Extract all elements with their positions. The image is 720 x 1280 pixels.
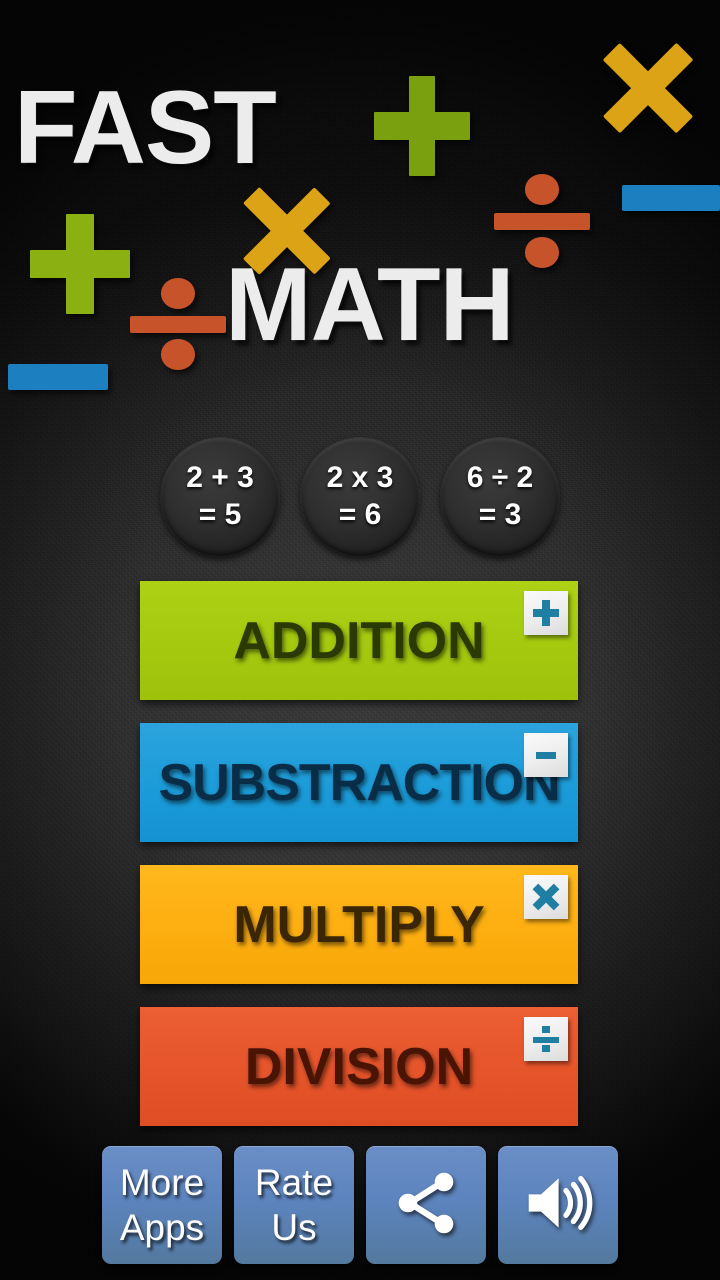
sound-button[interactable]	[498, 1146, 618, 1264]
substraction-button-label: SUBSTRACTION	[158, 753, 560, 812]
rate-us-label-line-1: Rate	[254, 1161, 334, 1203]
bottom-toolbar: More Apps Rate Us	[0, 1146, 720, 1264]
app-title-line-2: MATH	[225, 247, 515, 363]
divide-icon-badge	[524, 1017, 568, 1061]
app-title-line-1: FAST	[14, 70, 277, 186]
rate-us-button[interactable]: Rate Us	[234, 1146, 354, 1264]
plus-icon-badge	[524, 591, 568, 635]
share-button[interactable]	[366, 1146, 486, 1264]
speaker-icon	[521, 1166, 595, 1245]
addition-button[interactable]: ADDITION	[140, 581, 578, 700]
example-result: = 3	[478, 498, 522, 531]
example-circle-division: 6 ÷ 2 = 3	[441, 438, 559, 556]
more-apps-button[interactable]: More Apps	[102, 1146, 222, 1264]
division-button[interactable]: DIVISION	[140, 1007, 578, 1126]
division-button-label: DIVISION	[244, 1037, 474, 1096]
content-layer: FAST MATH 2 + 3 = 5 2 x 3 = 6 6 ÷ 2 = 3 …	[0, 0, 720, 1280]
substraction-button[interactable]: SUBSTRACTION	[140, 723, 578, 842]
multiply-button-label: MULTIPLY	[233, 895, 485, 954]
addition-button-label: ADDITION	[233, 611, 485, 670]
example-expression: 2 + 3	[186, 461, 254, 495]
example-result: = 6	[338, 498, 382, 531]
example-result: = 5	[198, 498, 242, 531]
rate-us-label-line-2: Us	[271, 1207, 317, 1248]
example-expression: 2 x 3	[326, 461, 394, 495]
times-icon-badge	[524, 875, 568, 919]
multiply-button[interactable]: MULTIPLY	[140, 865, 578, 984]
operation-buttons: ADDITION SUBSTRACTION MULTIPLY DIVISION	[140, 581, 578, 1149]
share-icon	[390, 1167, 462, 1244]
more-apps-label-line-1: More	[119, 1161, 205, 1203]
example-circles: 2 + 3 = 5 2 x 3 = 6 6 ÷ 2 = 3	[0, 438, 720, 556]
more-apps-label-line-2: Apps	[119, 1207, 205, 1248]
example-circle-addition: 2 + 3 = 5	[161, 438, 279, 556]
example-circle-multiply: 2 x 3 = 6	[301, 438, 419, 556]
minus-icon-badge	[524, 733, 568, 777]
example-expression: 6 ÷ 2	[466, 461, 534, 495]
app-root: FAST MATH 2 + 3 = 5 2 x 3 = 6 6 ÷ 2 = 3 …	[0, 0, 720, 1280]
